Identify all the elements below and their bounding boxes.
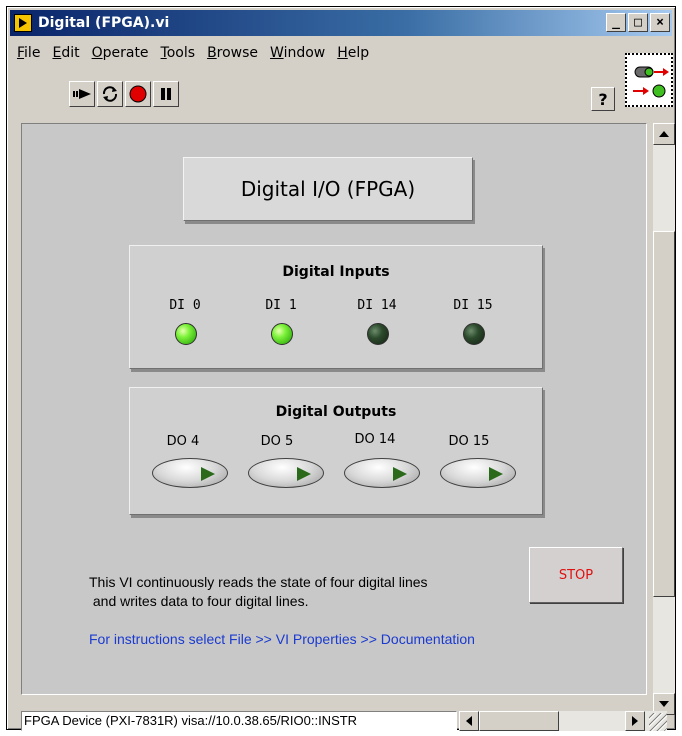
- do-5-arrow-icon: [297, 467, 311, 481]
- do-5-button[interactable]: [248, 458, 324, 488]
- do-14-arrow-icon: [393, 467, 407, 481]
- di-0-led: [175, 323, 197, 345]
- panel-title: Digital I/O (FPGA): [183, 157, 473, 221]
- di-1-label: DI 1: [265, 298, 297, 313]
- menu-edit[interactable]: Edit: [52, 45, 79, 61]
- scroll-up-button[interactable]: [653, 123, 675, 145]
- digital-inputs-group: Digital Inputs DI 0 DI 1 DI 14 DI 15: [129, 245, 543, 369]
- status-bar: FPGA Device (PXI-7831R) visa://10.0.38.6…: [21, 711, 667, 731]
- connector-pane-icon[interactable]: [625, 53, 673, 107]
- stop-button[interactable]: STOP: [529, 547, 623, 603]
- digital-inputs-title: Digital Inputs: [282, 264, 390, 280]
- menu-file[interactable]: File: [17, 45, 40, 61]
- menu-bar: File Edit Operate Tools Browse Window He…: [17, 45, 369, 61]
- di-15-led: [463, 323, 485, 345]
- labview-vi-icon: [14, 14, 32, 32]
- menu-tools[interactable]: Tools: [161, 45, 196, 61]
- scroll-up-icon: [659, 131, 669, 137]
- di-15-label: DI 15: [453, 298, 493, 313]
- horizontal-scroll-thumb[interactable]: [479, 711, 559, 731]
- do-4-label: DO 4: [166, 434, 200, 449]
- di-1-led: [271, 323, 293, 345]
- vertical-scrollbar[interactable]: [653, 123, 675, 715]
- scroll-left-icon: [466, 716, 472, 726]
- run-button[interactable]: [69, 81, 95, 107]
- scroll-right-button[interactable]: [625, 711, 645, 731]
- vi-description: This VI continuously reads the state of …: [89, 574, 428, 609]
- window-title: Digital (FPGA).vi: [38, 15, 170, 31]
- horizontal-scrollbar[interactable]: [459, 711, 667, 731]
- maximize-button[interactable]: □: [628, 13, 648, 32]
- scroll-down-icon: [659, 701, 669, 707]
- target-status: FPGA Device (PXI-7831R) visa://10.0.38.6…: [21, 711, 457, 731]
- context-help-button[interactable]: ?: [591, 87, 615, 111]
- title-bar[interactable]: Digital (FPGA).vi _ □ ×: [10, 10, 672, 36]
- do-14-button[interactable]: [344, 458, 420, 488]
- do-15-arrow-icon: [489, 467, 503, 481]
- resize-grip-icon[interactable]: [649, 713, 667, 731]
- minimize-button[interactable]: _: [606, 13, 626, 32]
- pause-button[interactable]: [153, 81, 179, 107]
- menu-browse[interactable]: Browse: [207, 45, 258, 61]
- do-4-button[interactable]: [152, 458, 228, 488]
- do-15-button[interactable]: [440, 458, 516, 488]
- digital-outputs-title: Digital Outputs: [275, 404, 397, 420]
- toolbar: [69, 81, 179, 107]
- vertical-scroll-thumb[interactable]: [653, 231, 675, 597]
- abort-icon: [129, 85, 147, 103]
- scroll-left-button[interactable]: [459, 711, 479, 731]
- menu-operate[interactable]: Operate: [92, 45, 149, 61]
- do-14-label: DO 14: [354, 432, 396, 447]
- run-continuously-button[interactable]: [97, 81, 123, 107]
- di-14-label: DI 14: [357, 298, 397, 313]
- do-4-arrow-icon: [201, 467, 215, 481]
- digital-outputs-group: Digital Outputs DO 4 DO 5 DO 14 DO 15: [129, 387, 543, 515]
- di-14-led: [367, 323, 389, 345]
- di-0-label: DI 0: [169, 298, 201, 313]
- scroll-right-icon: [632, 716, 638, 726]
- close-button[interactable]: ×: [650, 13, 670, 32]
- run-continuously-icon: [102, 86, 118, 102]
- menu-help[interactable]: Help: [337, 45, 369, 61]
- vi-window: Digital (FPGA).vi _ □ × File Edit Operat…: [6, 6, 676, 731]
- documentation-instructions: For instructions select File >> VI Prope…: [89, 631, 475, 647]
- do-15-label: DO 15: [448, 434, 490, 449]
- run-arrow-icon: [73, 89, 91, 99]
- pause-icon: [161, 88, 171, 100]
- abort-button[interactable]: [125, 81, 151, 107]
- menu-window[interactable]: Window: [270, 45, 325, 61]
- do-5-label: DO 5: [260, 434, 294, 449]
